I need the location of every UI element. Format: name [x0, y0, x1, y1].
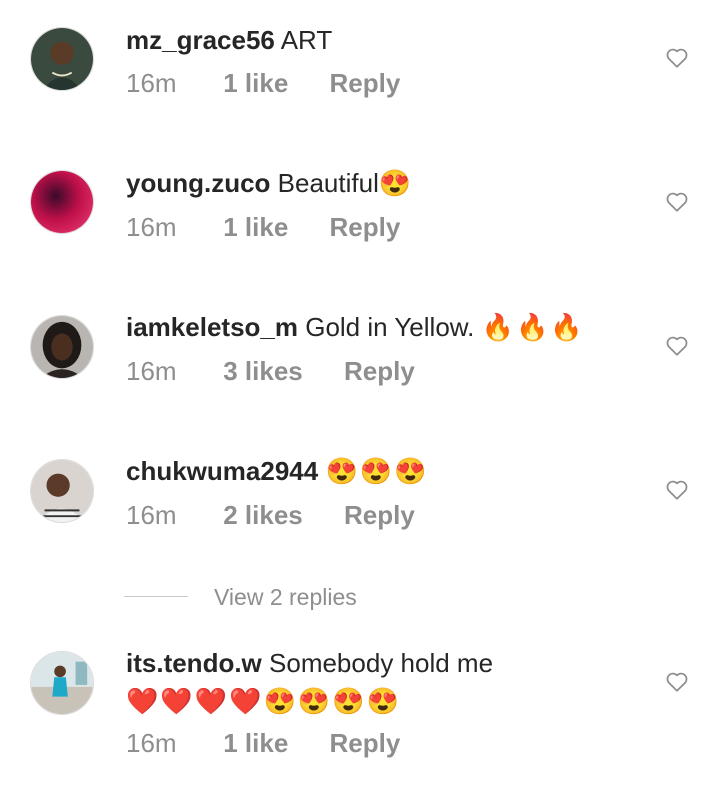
comment-text: Beautiful [277, 168, 379, 198]
comment-time: 16m [126, 500, 177, 530]
comment-text: ART [280, 25, 333, 55]
comment-likes[interactable]: 3 likes [223, 355, 303, 387]
avatar[interactable] [30, 315, 94, 379]
avatar[interactable] [30, 459, 94, 523]
emoji: ❤️❤️❤️❤️😍😍😍😍 [126, 686, 401, 716]
comment-line: its.tendo.w Somebody hold me [126, 647, 493, 679]
comment-username[interactable]: its.tendo.w [126, 648, 262, 678]
divider [124, 596, 188, 597]
heart-outline-icon[interactable] [664, 668, 690, 694]
comment-meta: 16m 3 likes Reply [126, 355, 415, 387]
avatar-image [31, 28, 93, 90]
reply-button[interactable]: Reply [344, 355, 415, 387]
comment-likes[interactable]: 1 like [223, 211, 288, 243]
comment-username[interactable]: young.zuco [126, 168, 270, 198]
reply-button[interactable]: Reply [344, 499, 415, 531]
comment-meta: 16m 1 like Reply [126, 67, 400, 99]
avatar-image [31, 316, 93, 378]
heart-outline-icon[interactable] [664, 44, 690, 70]
avatar[interactable] [30, 651, 94, 715]
comment-meta: 16m 1 like Reply [126, 211, 400, 243]
emoji: 😍😍😍 [325, 456, 429, 486]
emoji: 😍 [378, 168, 414, 198]
comment-meta: 16m 2 likes Reply [126, 499, 415, 531]
comment-line: mz_grace56 ART [126, 24, 332, 56]
heart-outline-icon[interactable] [664, 188, 690, 214]
heart-outline-icon[interactable] [664, 332, 690, 358]
heart-outline-icon[interactable] [664, 476, 690, 502]
reply-button[interactable]: Reply [330, 211, 401, 243]
comment-meta: 16m 1 like Reply [126, 727, 400, 759]
avatar-image [31, 652, 93, 714]
comment-username[interactable]: chukwuma2944 [126, 456, 318, 486]
comment-username[interactable]: iamkeletso_m [126, 312, 298, 342]
comment-username[interactable]: mz_grace56 [126, 25, 275, 55]
comment-line: young.zuco Beautiful😍 [126, 167, 413, 199]
comment-emoji-line: ❤️❤️❤️❤️😍😍😍😍 [126, 685, 401, 717]
view-replies-link[interactable]: View 2 replies [124, 582, 524, 614]
comment-likes[interactable]: 1 like [223, 67, 288, 99]
reply-button[interactable]: Reply [330, 67, 401, 99]
avatar[interactable] [30, 170, 94, 234]
comment-time: 16m [126, 68, 177, 98]
reply-button[interactable]: Reply [330, 727, 401, 759]
emoji: 🔥🔥🔥 [481, 312, 585, 342]
avatar-image [31, 460, 93, 522]
comment-likes[interactable]: 2 likes [223, 499, 303, 531]
comment-line: chukwuma2944 😍😍😍 [126, 455, 429, 487]
comment-text: Gold in Yellow. [305, 312, 482, 342]
avatar[interactable] [30, 27, 94, 91]
comment-line: iamkeletso_m Gold in Yellow. 🔥🔥🔥 [126, 311, 585, 343]
comment-time: 16m [126, 212, 177, 242]
comment-text: Somebody hold me [269, 648, 494, 678]
view-replies-label[interactable]: View 2 replies [214, 582, 357, 612]
comment-time: 16m [126, 356, 177, 386]
comment-time: 16m [126, 728, 177, 758]
comment-likes[interactable]: 1 like [223, 727, 288, 759]
avatar-image [31, 171, 93, 233]
